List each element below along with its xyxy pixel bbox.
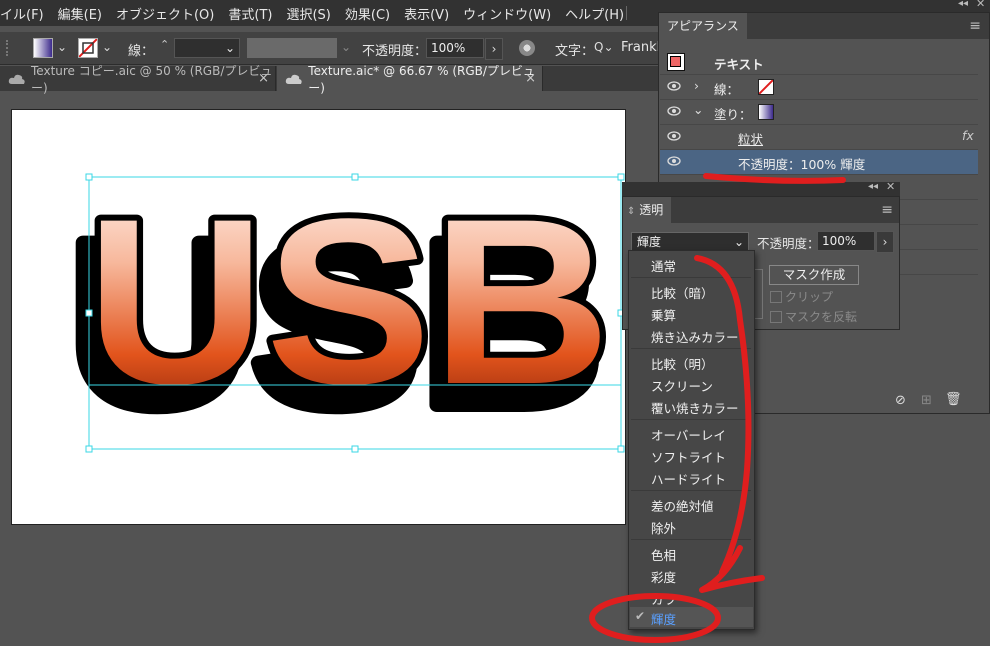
opacity-label: 不透明度：	[757, 236, 820, 251]
menu-icon[interactable]: ≡	[969, 18, 981, 34]
blend-multiply[interactable]: 乗算	[651, 305, 676, 324]
appearance-object-row[interactable]: テキスト	[660, 50, 978, 75]
blend-overlay[interactable]: オーバーレイ	[651, 425, 726, 444]
collapse-icon[interactable]: ◂◂	[868, 181, 878, 192]
blend-difference[interactable]: 差の絶対値	[651, 496, 714, 515]
chevron-right-icon[interactable]: ›	[876, 231, 894, 253]
fill-label: 塗り：	[714, 107, 752, 122]
transparency-dock-top: ◂◂ ✕	[622, 180, 900, 196]
menu-divider	[631, 490, 751, 491]
eye-icon[interactable]	[667, 81, 681, 91]
chevron-right-icon[interactable]: ›	[694, 78, 699, 93]
collapse-icon[interactable]: ◂◂	[958, 0, 968, 9]
blend-soft-light[interactable]: ソフトライト	[651, 447, 726, 466]
blend-color[interactable]: カラー	[651, 589, 689, 608]
eye-icon[interactable]	[667, 156, 681, 166]
blend-saturation[interactable]: 彩度	[651, 567, 676, 586]
stroke-swatch[interactable]	[758, 79, 774, 95]
blend-hue[interactable]: 色相	[651, 545, 676, 564]
fill-swatch[interactable]	[758, 104, 774, 120]
blend-color-dodge[interactable]: 覆い焼きカラー	[651, 398, 739, 417]
make-mask-button[interactable]: マスク作成	[769, 265, 859, 285]
blend-hard-light[interactable]: ハードライト	[651, 469, 726, 488]
menu-divider	[631, 539, 751, 540]
blend-mode-select[interactable]: 輝度 ⌄	[631, 232, 749, 251]
close-icon[interactable]: ✕	[976, 0, 985, 10]
blend-normal[interactable]: 通常	[651, 256, 676, 275]
eye-icon[interactable]	[667, 131, 681, 141]
appearance-tab[interactable]: アピアランス	[659, 13, 747, 39]
menu-divider	[631, 277, 751, 278]
blend-luminosity-row[interactable]	[630, 607, 753, 627]
stroke-label: 線：	[714, 82, 740, 97]
menu-divider	[631, 348, 751, 349]
eye-icon[interactable]	[667, 106, 681, 116]
blend-screen[interactable]: スクリーン	[651, 376, 713, 395]
blend-exclusion[interactable]: 除外	[651, 518, 676, 537]
chevron-down-icon[interactable]: ⌄	[693, 102, 703, 117]
appearance-effect-row[interactable]: 粒状 fx	[660, 125, 978, 150]
clip-checkbox[interactable]	[770, 291, 782, 303]
trash-icon[interactable]: 🗑	[945, 392, 962, 407]
blend-color-burn[interactable]: 焼き込みカラー	[651, 327, 739, 346]
appearance-header: アピアランス ≡	[659, 13, 989, 39]
appearance-fill-row[interactable]: ⌄ 塗り：	[660, 100, 978, 125]
object-thumbnail	[667, 53, 685, 71]
transparency-tab[interactable]: ⇕ 透明	[623, 197, 672, 223]
blend-darken[interactable]: 比較（暗）	[651, 283, 714, 302]
clip-label: クリップ	[785, 290, 834, 304]
object-label: テキスト	[714, 57, 764, 72]
clear-appearance-icon[interactable]: ⊘	[895, 393, 906, 408]
fx-icon[interactable]: fx	[962, 128, 974, 143]
menu-divider	[631, 419, 751, 420]
new-item-icon[interactable]: ⊞	[921, 393, 932, 408]
invert-mask-label: マスクを反転	[785, 310, 858, 324]
opacity-summary[interactable]: 不透明度：100% 輝度	[738, 154, 865, 173]
opacity-field[interactable]: 100%	[817, 231, 875, 251]
close-icon[interactable]: ✕	[886, 180, 895, 193]
appearance-stroke-row[interactable]: › 線：	[660, 75, 978, 100]
check-icon: ✔	[635, 609, 646, 623]
panel-dock-top: ◂◂ ✕	[658, 0, 990, 12]
menu-icon[interactable]: ≡	[881, 202, 893, 218]
effect-grain[interactable]: 粒状	[738, 129, 763, 148]
blend-lighten[interactable]: 比較（明）	[651, 354, 714, 373]
blend-luminosity[interactable]: 輝度	[651, 609, 676, 628]
usb-text[interactable]: USB	[80, 164, 617, 440]
appearance-opacity-row[interactable]: 不透明度：100% 輝度	[660, 150, 978, 175]
blend-mode-dropdown: 通常 比較（暗） 乗算 焼き込みカラー 比較（明） スクリーン 覆い焼きカラー …	[628, 250, 755, 630]
invert-mask-checkbox[interactable]	[770, 311, 782, 323]
transparency-header: ⇕ 透明 ≡	[623, 197, 899, 223]
